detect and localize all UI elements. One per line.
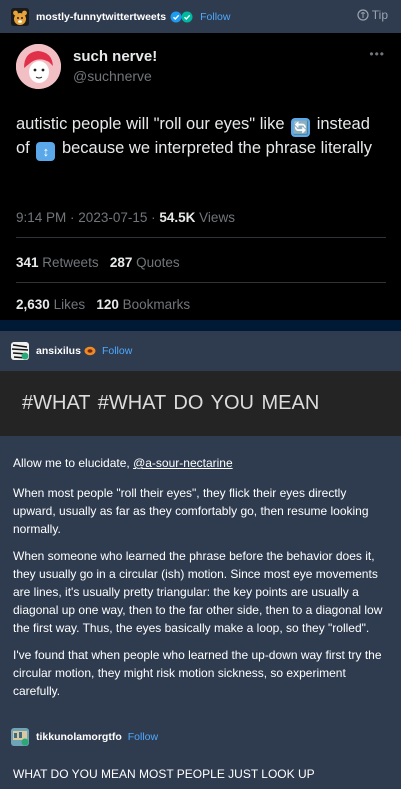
paragraph-1: When most people "roll their eyes", they… — [13, 486, 369, 536]
blog-avatar[interactable] — [11, 728, 29, 746]
header-image: #WHAT #WHAT DO YOU MEAN — [0, 371, 401, 436]
likes-count: 2,630 — [16, 297, 50, 312]
blog-name[interactable]: ansixilus — [36, 345, 81, 357]
verified-badges-icon — [170, 11, 193, 22]
post-header: tikkunolamorgtfo Follow — [0, 717, 401, 757]
blog-name[interactable]: mostly-funnytwittertweets — [36, 11, 166, 23]
views-label: Views — [199, 210, 235, 225]
retweets-count: 341 — [16, 255, 39, 270]
paragraph-2: When someone who learned the phrase befo… — [13, 549, 383, 635]
profile-picture-icon — [16, 44, 61, 89]
tweet-text-part3: because we interpreted the phrase litera… — [61, 139, 372, 157]
divider — [16, 282, 386, 283]
likes-label: Likes — [53, 297, 86, 312]
follow-button[interactable]: Follow — [102, 345, 132, 357]
tweet-handle: @suchnerve — [73, 68, 152, 84]
quotes-count: 287 — [109, 255, 133, 270]
tip-label: Tip — [371, 8, 388, 22]
tweet-display-name: such nerve! — [73, 48, 158, 65]
mention-link[interactable]: @a-sour-nectarine — [133, 456, 233, 470]
reblog-post-1: mostly-funnytwittertweets Follow Tip suc… — [0, 0, 401, 320]
more-options-icon: ••• — [369, 47, 385, 61]
reblog-post-3: tikkunolamorgtfo Follow WHAT DO YOU MEAN… — [0, 717, 401, 789]
bookmarks-label: Bookmarks — [122, 297, 191, 312]
likes-bookmarks-stats: 2,630 Likes 120 Bookmarks — [16, 297, 190, 312]
up-down-arrow-emoji-icon: ↕ — [36, 142, 56, 161]
blog-avatar[interactable] — [11, 7, 29, 26]
quotes-label: Quotes — [136, 255, 180, 270]
blog-avatar[interactable] — [11, 342, 29, 360]
tweet-time: 9:14 PM — [16, 210, 67, 225]
retweets-label: Retweets — [42, 255, 99, 270]
tip-icon — [357, 9, 369, 21]
blog-badge-icon — [84, 346, 96, 356]
intro-text: Allow me to elucidate, — [13, 456, 130, 470]
retweet-quote-stats: 341 Retweets 287 Quotes — [16, 255, 180, 270]
intro-paragraph: Allow me to elucidate, @a-sour-nectarine — [13, 454, 391, 472]
blog-avatar-icon — [11, 728, 29, 746]
post-text: WHAT DO YOU MEAN MOST PEOPLE JUST LOOK U… — [13, 767, 315, 781]
views-count: 54.5K — [159, 210, 196, 225]
tweet-avatar — [16, 44, 61, 89]
post-header: mostly-funnytwittertweets Follow Tip — [0, 0, 401, 33]
tweet-screenshot: such nerve! @suchnerve ••• autistic peop… — [0, 33, 401, 320]
header-image-text: #WHAT #WHAT DO YOU MEAN — [22, 392, 320, 414]
post-header: ansixilus Follow — [0, 331, 401, 371]
tweet-text: autistic people will "roll our eyes" lik… — [16, 113, 388, 161]
zebra-avatar-icon — [11, 342, 29, 360]
paragraph-3: I've found that when people who learned … — [13, 648, 382, 698]
tweet-date: 2023-07-15 — [78, 210, 148, 225]
tip-button[interactable]: Tip — [357, 8, 388, 22]
follow-button[interactable]: Follow — [200, 11, 230, 23]
blog-name[interactable]: tikkunolamorgtfo — [36, 731, 122, 743]
divider — [16, 237, 386, 238]
follow-button[interactable]: Follow — [128, 731, 158, 743]
tweet-meta: 9:14 PM · 2023-07-15 · 54.5K Views — [16, 210, 235, 225]
bear-avatar-icon — [11, 7, 29, 26]
bookmarks-count: 120 — [96, 297, 119, 312]
reblog-post-2: ansixilus Follow #WHAT #WHAT DO YOU MEAN… — [0, 331, 401, 717]
tweet-text-part1: autistic people will "roll our eyes" lik… — [16, 115, 285, 133]
counterclockwise-arrows-emoji-icon: 🔄 — [291, 118, 311, 137]
